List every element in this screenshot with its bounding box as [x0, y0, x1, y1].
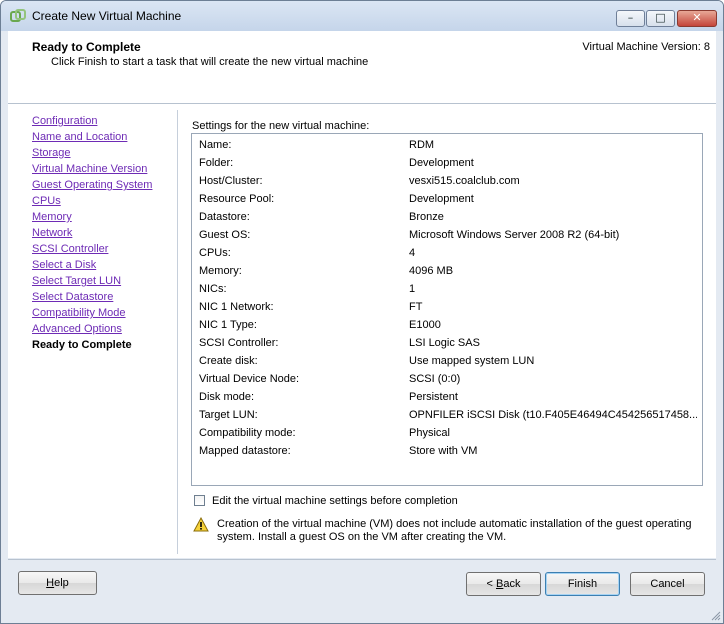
setting-value: Bronze	[409, 211, 444, 223]
settings-row: Compatibility mode: Physical	[192, 425, 702, 443]
setting-key: NICs:	[199, 283, 227, 295]
settings-row: CPUs: 4	[192, 245, 702, 263]
back-prefix: <	[486, 578, 496, 590]
settings-summary-list[interactable]: Name: RDM Folder: Development Host/Cluster…	[191, 133, 703, 486]
window-title: Create New Virtual Machine	[32, 9, 182, 23]
settings-row: SCSI Controller: LSI Logic SAS	[192, 335, 702, 353]
nav-step-network[interactable]: Network	[32, 227, 72, 239]
nav-step-scsi-controller[interactable]: SCSI Controller	[32, 243, 108, 255]
nav-step-cpus[interactable]: CPUs	[32, 195, 61, 207]
setting-value: Use mapped system LUN	[409, 355, 535, 367]
wizard-footer: Help < Back Finish Cancel	[8, 559, 716, 617]
setting-value: SCSI (0:0)	[409, 373, 461, 385]
help-label-rest: elp	[54, 577, 69, 589]
title-bar[interactable]: Create New Virtual Machine – □ ✕	[1, 1, 723, 31]
settings-row: NIC 1 Type: E1000	[192, 317, 702, 335]
setting-key: Virtual Device Node:	[199, 373, 300, 385]
settings-row: Memory: 4096 MB	[192, 263, 702, 281]
setting-value: vesxi515.coalclub.com	[409, 175, 520, 187]
nav-step-compatibility-mode[interactable]: Compatibility Mode	[32, 307, 126, 319]
setting-value: Physical	[409, 427, 450, 439]
wizard-body: Configuration Name and Location Storage …	[8, 104, 716, 558]
setting-key: Memory:	[199, 265, 242, 277]
setting-key: SCSI Controller:	[199, 337, 279, 349]
setting-value: FT	[409, 301, 423, 313]
minimize-button[interactable]: –	[616, 10, 645, 27]
edit-settings-checkbox[interactable]	[194, 495, 205, 506]
settings-row: Mapped datastore: Store with VM	[192, 443, 702, 461]
setting-value: Development	[409, 193, 474, 205]
nav-step-select-target-lun[interactable]: Select Target LUN	[32, 275, 121, 287]
settings-label: Settings for the new virtual machine:	[192, 120, 370, 132]
warning-icon	[193, 517, 209, 532]
settings-row: Create disk: Use mapped system LUN	[192, 353, 702, 371]
setting-key: Mapped datastore:	[199, 445, 291, 457]
settings-row: NIC 1 Network: FT	[192, 299, 702, 317]
setting-value: Development	[409, 157, 474, 169]
settings-row: Datastore: Bronze	[192, 209, 702, 227]
settings-row: Host/Cluster: vesxi515.coalclub.com	[192, 173, 702, 191]
setting-value: Persistent	[409, 391, 458, 403]
setting-value: E1000	[409, 319, 441, 331]
nav-step-guest-os[interactable]: Guest Operating System	[32, 179, 152, 191]
setting-key: Compatibility mode:	[199, 427, 296, 439]
settings-row: Guest OS: Microsoft Windows Server 2008 R…	[192, 227, 702, 245]
settings-row: Name: RDM	[192, 137, 702, 155]
resize-grip-icon[interactable]	[709, 609, 721, 621]
settings-row: Disk mode: Persistent	[192, 389, 702, 407]
help-button[interactable]: Help	[18, 571, 97, 595]
nav-step-name-and-location[interactable]: Name and Location	[32, 131, 127, 143]
help-mnemonic: H	[46, 577, 55, 589]
edit-settings-label[interactable]: Edit the virtual machine settings before…	[212, 495, 458, 507]
cancel-button[interactable]: Cancel	[630, 572, 705, 596]
settings-row: Resource Pool: Development	[192, 191, 702, 209]
nav-step-select-datastore[interactable]: Select Datastore	[32, 291, 113, 303]
nav-step-ready-to-complete: Ready to Complete	[32, 339, 132, 351]
setting-key: Resource Pool:	[199, 193, 275, 205]
settings-row: Folder: Development	[192, 155, 702, 173]
setting-key: Host/Cluster:	[199, 175, 263, 187]
nav-step-storage[interactable]: Storage	[32, 147, 71, 159]
setting-value: 1	[409, 283, 416, 295]
nav-step-select-disk[interactable]: Select a Disk	[32, 259, 96, 271]
setting-value: 4	[409, 247, 416, 259]
setting-key: Create disk:	[199, 355, 258, 367]
warning-message: Creation of the virtual machine (VM) doe…	[217, 518, 692, 543]
setting-value: OPNFILER iSCSI Disk (t10.F405E46494C4542…	[409, 409, 697, 421]
back-button[interactable]: < Back	[466, 572, 541, 596]
close-button[interactable]: ✕	[677, 10, 717, 27]
settings-row: Target LUN: OPNFILER iSCSI Disk (t10.F405…	[192, 407, 702, 425]
page-title: Ready to Complete	[32, 40, 141, 54]
wizard-header: Ready to Complete Click Finish to start …	[8, 31, 716, 104]
wizard-steps-nav: Configuration Name and Location Storage …	[11, 110, 178, 554]
nav-step-configuration[interactable]: Configuration	[32, 115, 97, 127]
setting-key: Name:	[199, 139, 232, 151]
setting-value: Microsoft Windows Server 2008 R2 (64-bit…	[409, 229, 620, 241]
maximize-button[interactable]: □	[646, 10, 675, 27]
wizard-window: Create New Virtual Machine – □ ✕ Ready t…	[0, 0, 724, 624]
setting-value: 4096 MB	[409, 265, 454, 277]
settings-row: Virtual Device Node: SCSI (0:0)	[192, 371, 702, 389]
setting-key: CPUs:	[199, 247, 231, 259]
vm-version-label: Virtual Machine Version: 8	[582, 41, 710, 53]
vsphere-app-icon	[10, 9, 26, 22]
setting-key: NIC 1 Network:	[199, 301, 274, 313]
back-label-rest: ack	[503, 578, 521, 590]
setting-key: Guest OS:	[199, 229, 251, 241]
setting-key: Disk mode:	[199, 391, 255, 403]
finish-button[interactable]: Finish	[545, 572, 620, 596]
page-subtitle: Click Finish to start a task that will c…	[51, 56, 369, 68]
setting-key: NIC 1 Type:	[199, 319, 257, 331]
setting-value: RDM	[409, 139, 435, 151]
setting-key: Folder:	[199, 157, 234, 169]
setting-key: Datastore:	[199, 211, 250, 223]
nav-step-advanced-options[interactable]: Advanced Options	[32, 323, 122, 335]
setting-value: Store with VM	[409, 445, 478, 457]
nav-step-memory[interactable]: Memory	[32, 211, 72, 223]
setting-value: LSI Logic SAS	[409, 337, 480, 349]
setting-key: Target LUN:	[199, 409, 258, 421]
settings-row: NICs: 1	[192, 281, 702, 299]
nav-step-vm-version[interactable]: Virtual Machine Version	[32, 163, 147, 175]
